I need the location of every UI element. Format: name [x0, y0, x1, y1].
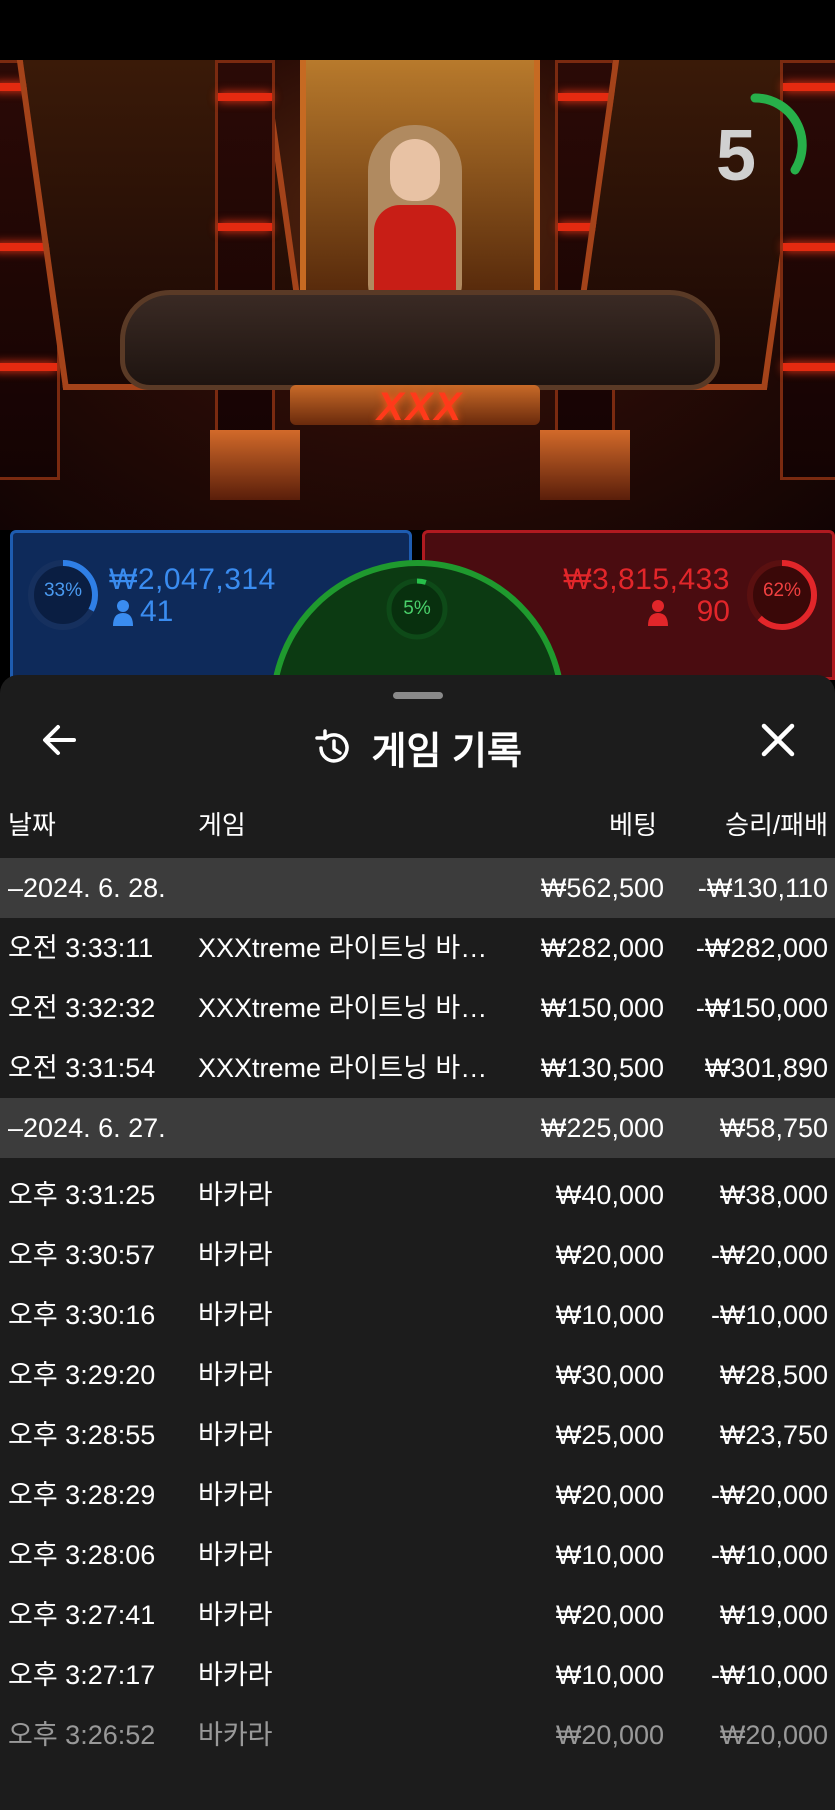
- column-header-date: 날짜: [8, 810, 56, 840]
- column-header-result: 승리/패배: [725, 810, 828, 840]
- countdown-seconds: 5: [715, 116, 757, 196]
- close-icon[interactable]: [748, 710, 808, 770]
- history-clock-icon: [315, 728, 349, 763]
- history-row[interactable]: 오후 3:30:57 바카라 ₩20,000 -₩20,000: [0, 1225, 835, 1285]
- history-row[interactable]: 오후 3:28:06 바카라 ₩10,000 -₩10,000: [0, 1525, 835, 1585]
- column-header-bet: 베팅: [609, 810, 657, 840]
- user-icon: [112, 599, 134, 627]
- column-header-game: 게임: [198, 810, 246, 840]
- sheet-drag-handle[interactable]: [393, 692, 443, 699]
- history-row[interactable]: 오후 3:28:55 바카라 ₩25,000 ₩23,750: [0, 1405, 835, 1465]
- game-history-sheet: 게임 기록 날짜 게임 베팅 승리/패배 –2024. 6. 28. ₩562,…: [0, 675, 835, 1810]
- history-row[interactable]: 오전 3:33:11 XXXtreme 라이트닝 바카라 ₩282,000 -₩…: [0, 918, 835, 978]
- baccarat-table: [120, 290, 720, 390]
- banker-percent: 62%: [762, 580, 802, 601]
- banker-bet-amount: ₩3,815,433: [563, 563, 730, 596]
- history-row[interactable]: 오후 3:28:29 바카라 ₩20,000 -₩20,000: [0, 1465, 835, 1525]
- page-title: 게임 기록: [371, 731, 522, 773]
- history-row[interactable]: 오후 3:27:41 바카라 ₩20,000 ₩19,000: [0, 1585, 835, 1645]
- history-row[interactable]: 오후 3:26:52 바카라 ₩20,000 ₩20,000: [0, 1705, 835, 1765]
- player-bet-amount: ₩2,047,314: [109, 563, 276, 596]
- history-row[interactable]: 오후 3:31:25 바카라 ₩40,000 ₩38,000: [0, 1165, 835, 1225]
- history-row[interactable]: 오후 3:27:17 바카라 ₩10,000 -₩10,000: [0, 1645, 835, 1705]
- history-row[interactable]: 오후 3:29:20 바카라 ₩30,000 ₩28,500: [0, 1345, 835, 1405]
- history-header: 게임 기록: [0, 720, 835, 775]
- tie-percent: 5%: [403, 598, 431, 619]
- history-row[interactable]: 오전 3:32:32 XXXtreme 라이트닝 바카라 ₩150,000 -₩…: [0, 978, 835, 1038]
- player-count: 41: [140, 595, 174, 628]
- table-logo: XXX: [376, 385, 464, 429]
- live-video: XXX 5: [0, 60, 835, 530]
- history-row[interactable]: 오후 3:30:16 바카라 ₩10,000 -₩10,000: [0, 1285, 835, 1345]
- studio-pillar: [215, 60, 275, 480]
- player-percent: 33%: [43, 580, 83, 601]
- date-group-header[interactable]: –2024. 6. 28. ₩562,500 -₩130,110: [0, 858, 835, 918]
- user-icon: [647, 599, 669, 627]
- status-bar: [0, 0, 835, 60]
- date-group-header[interactable]: –2024. 6. 27. ₩225,000 ₩58,750: [0, 1098, 835, 1158]
- history-row[interactable]: 오전 3:31:54 XXXtreme 라이트닝 바카라 ₩130,500 ₩3…: [0, 1038, 835, 1098]
- banker-count: 90: [696, 595, 730, 628]
